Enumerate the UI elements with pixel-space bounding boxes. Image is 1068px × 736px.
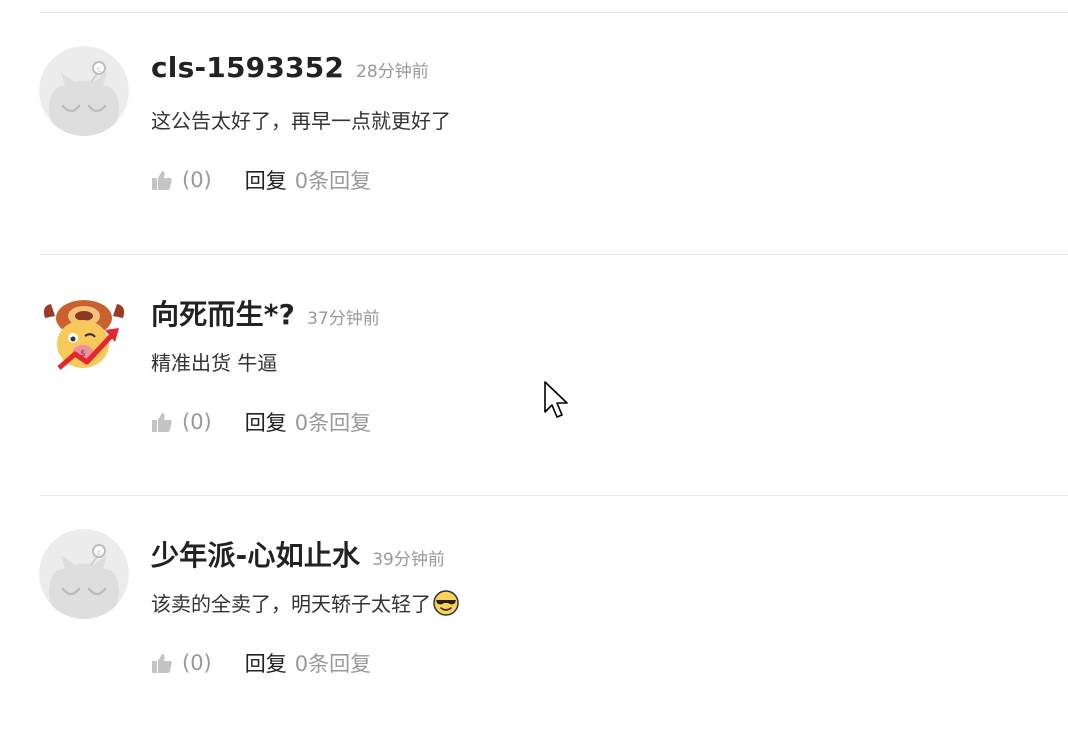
avatar[interactable]: c xyxy=(39,529,129,619)
reply-button[interactable]: 回复 xyxy=(245,407,287,437)
comment-actions: (0) 回复 0条回复 xyxy=(151,165,371,195)
like-button[interactable]: (0) xyxy=(151,651,212,675)
comment-header: 少年派-心如止水 39分钟前 xyxy=(151,534,445,574)
comment-list: c cls-1593352 28分钟前 这公告太好了，再早一点就更好了 (0) … xyxy=(0,0,1068,729)
reply-count-link[interactable]: 0条回复 xyxy=(295,407,371,437)
username[interactable]: cls-1593352 xyxy=(151,51,344,84)
mouse-cursor-icon xyxy=(544,381,568,418)
comment-actions: (0) 回复 0条回复 xyxy=(151,407,371,437)
reply-button[interactable]: 回复 xyxy=(245,648,287,678)
comment-item: c 少年派-心如止水 39分钟前 该卖的全卖了，明天轿子太轻了 (0) 回复 0… xyxy=(0,496,1068,736)
thumbs-up-icon xyxy=(152,654,172,673)
timestamp: 37分钟前 xyxy=(307,309,380,329)
username[interactable]: 向死而生*? xyxy=(151,293,295,333)
avatar[interactable]: c xyxy=(39,46,129,136)
like-button[interactable]: (0) xyxy=(151,410,212,434)
comment-text-body: 精准出货 牛逼 xyxy=(151,351,278,375)
thumbs-up-icon xyxy=(152,413,172,432)
like-count: (0) xyxy=(182,410,212,434)
comment-text-body: 这公告太好了，再早一点就更好了 xyxy=(151,109,451,133)
svg-text:c: c xyxy=(97,65,101,74)
sunglasses-emoji-icon xyxy=(433,589,459,616)
default-cat-avatar-icon: c xyxy=(39,529,129,619)
thumbs-up-icon xyxy=(152,171,172,190)
comment-text: 精准出货 牛逼 xyxy=(151,347,277,376)
username[interactable]: 少年派-心如止水 xyxy=(151,534,360,574)
bull-cartoon-avatar-icon: $ xyxy=(39,288,129,378)
avatar[interactable]: $ xyxy=(39,288,129,378)
comment-text: 这公告太好了，再早一点就更好了 xyxy=(151,105,451,134)
comment-header: 向死而生*? 37分钟前 xyxy=(151,293,380,333)
timestamp: 39分钟前 xyxy=(372,550,445,570)
reply-count-link[interactable]: 0条回复 xyxy=(295,648,371,678)
like-button[interactable]: (0) xyxy=(151,168,212,192)
reply-count-link[interactable]: 0条回复 xyxy=(295,165,371,195)
comment-actions: (0) 回复 0条回复 xyxy=(151,648,371,678)
timestamp: 28分钟前 xyxy=(356,62,429,82)
comment-item: c cls-1593352 28分钟前 这公告太好了，再早一点就更好了 (0) … xyxy=(0,13,1068,253)
like-count: (0) xyxy=(182,651,212,675)
reply-button[interactable]: 回复 xyxy=(245,165,287,195)
comment-text: 该卖的全卖了，明天轿子太轻了 xyxy=(151,588,459,617)
comment-header: cls-1593352 28分钟前 xyxy=(151,51,429,91)
svg-text:c: c xyxy=(97,548,101,557)
default-cat-avatar-icon: c xyxy=(39,46,129,136)
like-count: (0) xyxy=(182,168,212,192)
comment-text-body: 该卖的全卖了，明天轿子太轻了 xyxy=(151,592,431,616)
comment-item: $ 向死而生*? 37分钟前 精准出货 牛逼 (0) 回复 0条回复 xyxy=(0,255,1068,495)
